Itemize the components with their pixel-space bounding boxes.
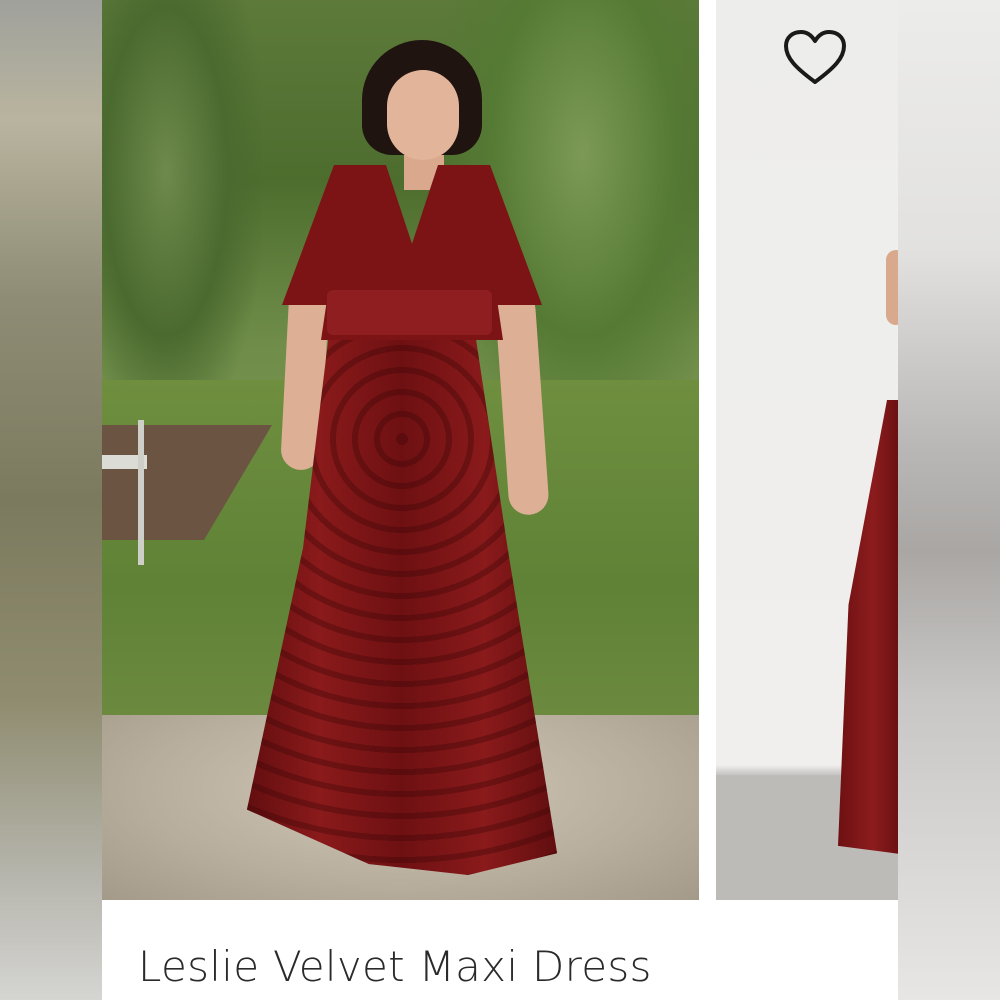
foliage-left [102,0,262,430]
model-arm [886,250,898,325]
product-page: Leslie Velvet Maxi Dress [102,0,898,1000]
product-image-main[interactable] [102,0,699,900]
heart-outline-icon [784,30,846,84]
dress-waistband [327,290,492,335]
model-face [387,70,459,160]
product-image-secondary[interactable] [716,0,898,900]
product-title: Leslie Velvet Maxi Dress [138,942,652,991]
bench-leg [138,420,144,565]
blurred-background-left [0,0,102,1000]
blurred-background-right [898,0,1000,1000]
dress-partial [838,400,898,855]
favorite-button[interactable] [782,28,848,88]
